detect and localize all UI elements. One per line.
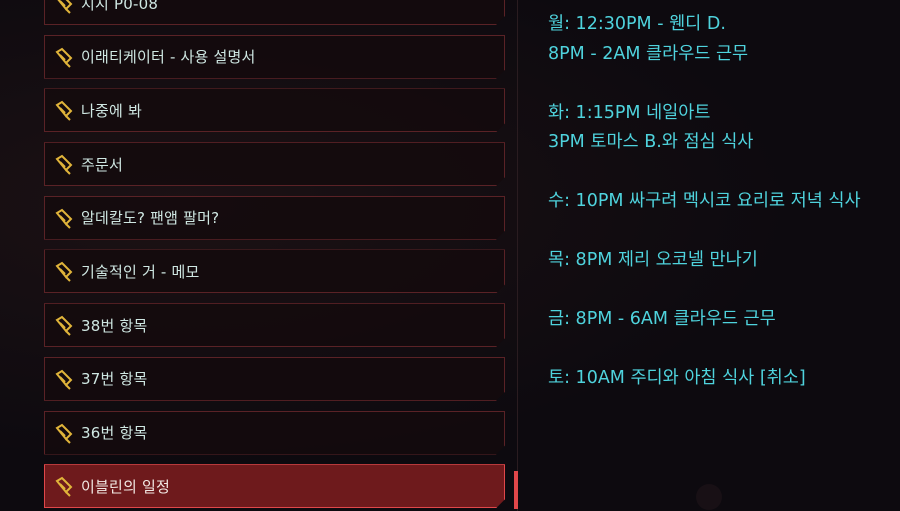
- schedule-gap: [548, 217, 898, 247]
- schedule-line-wed: 수: 10PM 싸구려 멕시코 요리로 저녁 식사: [548, 191, 861, 211]
- shard-item-label: 기술적인 거 - 메모: [81, 262, 200, 281]
- schedule-line-fri: 금: 8PM - 6AM 클라우드 근무: [548, 309, 776, 329]
- shard-item-entry-36[interactable]: 36번 항목: [44, 411, 505, 455]
- shard-item-label: 이블린의 일정: [81, 477, 170, 496]
- schedule-gap: [548, 276, 898, 306]
- shard-item-label: 알데칼도? 팬앰 팔머?: [81, 209, 220, 228]
- data-shard-icon: [53, 99, 75, 121]
- panel-divider: [517, 0, 518, 511]
- schedule-gap: [548, 69, 898, 99]
- schedule-text: 월: 12:30PM - 웬디 D. 8PM - 2AM 클라우드 근무 화: …: [548, 10, 898, 394]
- shard-item-directive[interactable]: 지시 P0-08: [44, 0, 505, 25]
- data-shard-icon: [53, 153, 75, 175]
- shard-item-eradicator-manual[interactable]: 이래티케이터 - 사용 설명서: [44, 35, 505, 79]
- schedule-line-tue: 화: 1:15PM 네일아트: [548, 102, 711, 123]
- schedule-line-tue-lunch: 3PM 토마스 B.와 점심 식사: [548, 132, 754, 152]
- shard-item-label: 36번 항목: [81, 424, 148, 442]
- shard-item-evelyn-schedule[interactable]: 이블린의 일정: [44, 464, 505, 508]
- shard-item-entry-38[interactable]: 38번 항목: [44, 303, 505, 347]
- data-shard-icon: [53, 368, 75, 390]
- schedule-gap: [548, 158, 898, 188]
- data-shard-icon: [53, 207, 75, 229]
- schedule-line-mon: 월: 12:30PM - 웬디 D.: [548, 14, 726, 34]
- data-shard-icon: [53, 314, 75, 336]
- shard-list-panel: 지시 P0-08 이래티케이터 - 사용 설명서 나중에 봐 주문서 알데칼도?…: [0, 0, 518, 511]
- shard-item-label: 이래티케이터 - 사용 설명서: [81, 48, 256, 67]
- data-shard-icon: [53, 260, 75, 282]
- shard-item-label: 지시 P0-08: [81, 0, 159, 13]
- shard-item-see-later[interactable]: 나중에 봐: [44, 88, 505, 132]
- shard-item-label: 37번 항목: [81, 370, 148, 389]
- list-scrollbar[interactable]: [514, 471, 518, 509]
- schedule-gap: [548, 335, 898, 365]
- shard-item-label: 주문서: [81, 155, 124, 174]
- data-shard-icon: [53, 422, 75, 444]
- schedule-line-sat: 토: 10AM 주디와 아침 식사 [취소]: [548, 368, 806, 388]
- background-decoration: [696, 484, 722, 510]
- shard-item-label: 나중에 봐: [81, 101, 142, 120]
- shard-content-panel: 월: 12:30PM - 웬디 D. 8PM - 2AM 클라우드 근무 화: …: [520, 0, 900, 511]
- shard-item-entry-37[interactable]: 37번 항목: [44, 357, 505, 401]
- shard-item-tech-memo[interactable]: 기술적인 거 - 메모: [44, 249, 505, 293]
- shard-item-aldecaldo[interactable]: 알데칼도? 팬앰 팔머?: [44, 196, 505, 240]
- schedule-line-thu: 목: 8PM 제리 오코넬 만나기: [548, 250, 758, 270]
- data-shard-icon: [53, 475, 75, 497]
- shard-item-order[interactable]: 주문서: [44, 142, 505, 186]
- shard-list: 지시 P0-08 이래티케이터 - 사용 설명서 나중에 봐 주문서 알데칼도?…: [44, 0, 505, 511]
- data-shard-icon: [53, 0, 75, 14]
- schedule-line-mon-work: 8PM - 2AM 클라우드 근무: [548, 43, 749, 64]
- shard-item-label: 38번 항목: [81, 316, 148, 335]
- data-shard-icon: [53, 46, 75, 68]
